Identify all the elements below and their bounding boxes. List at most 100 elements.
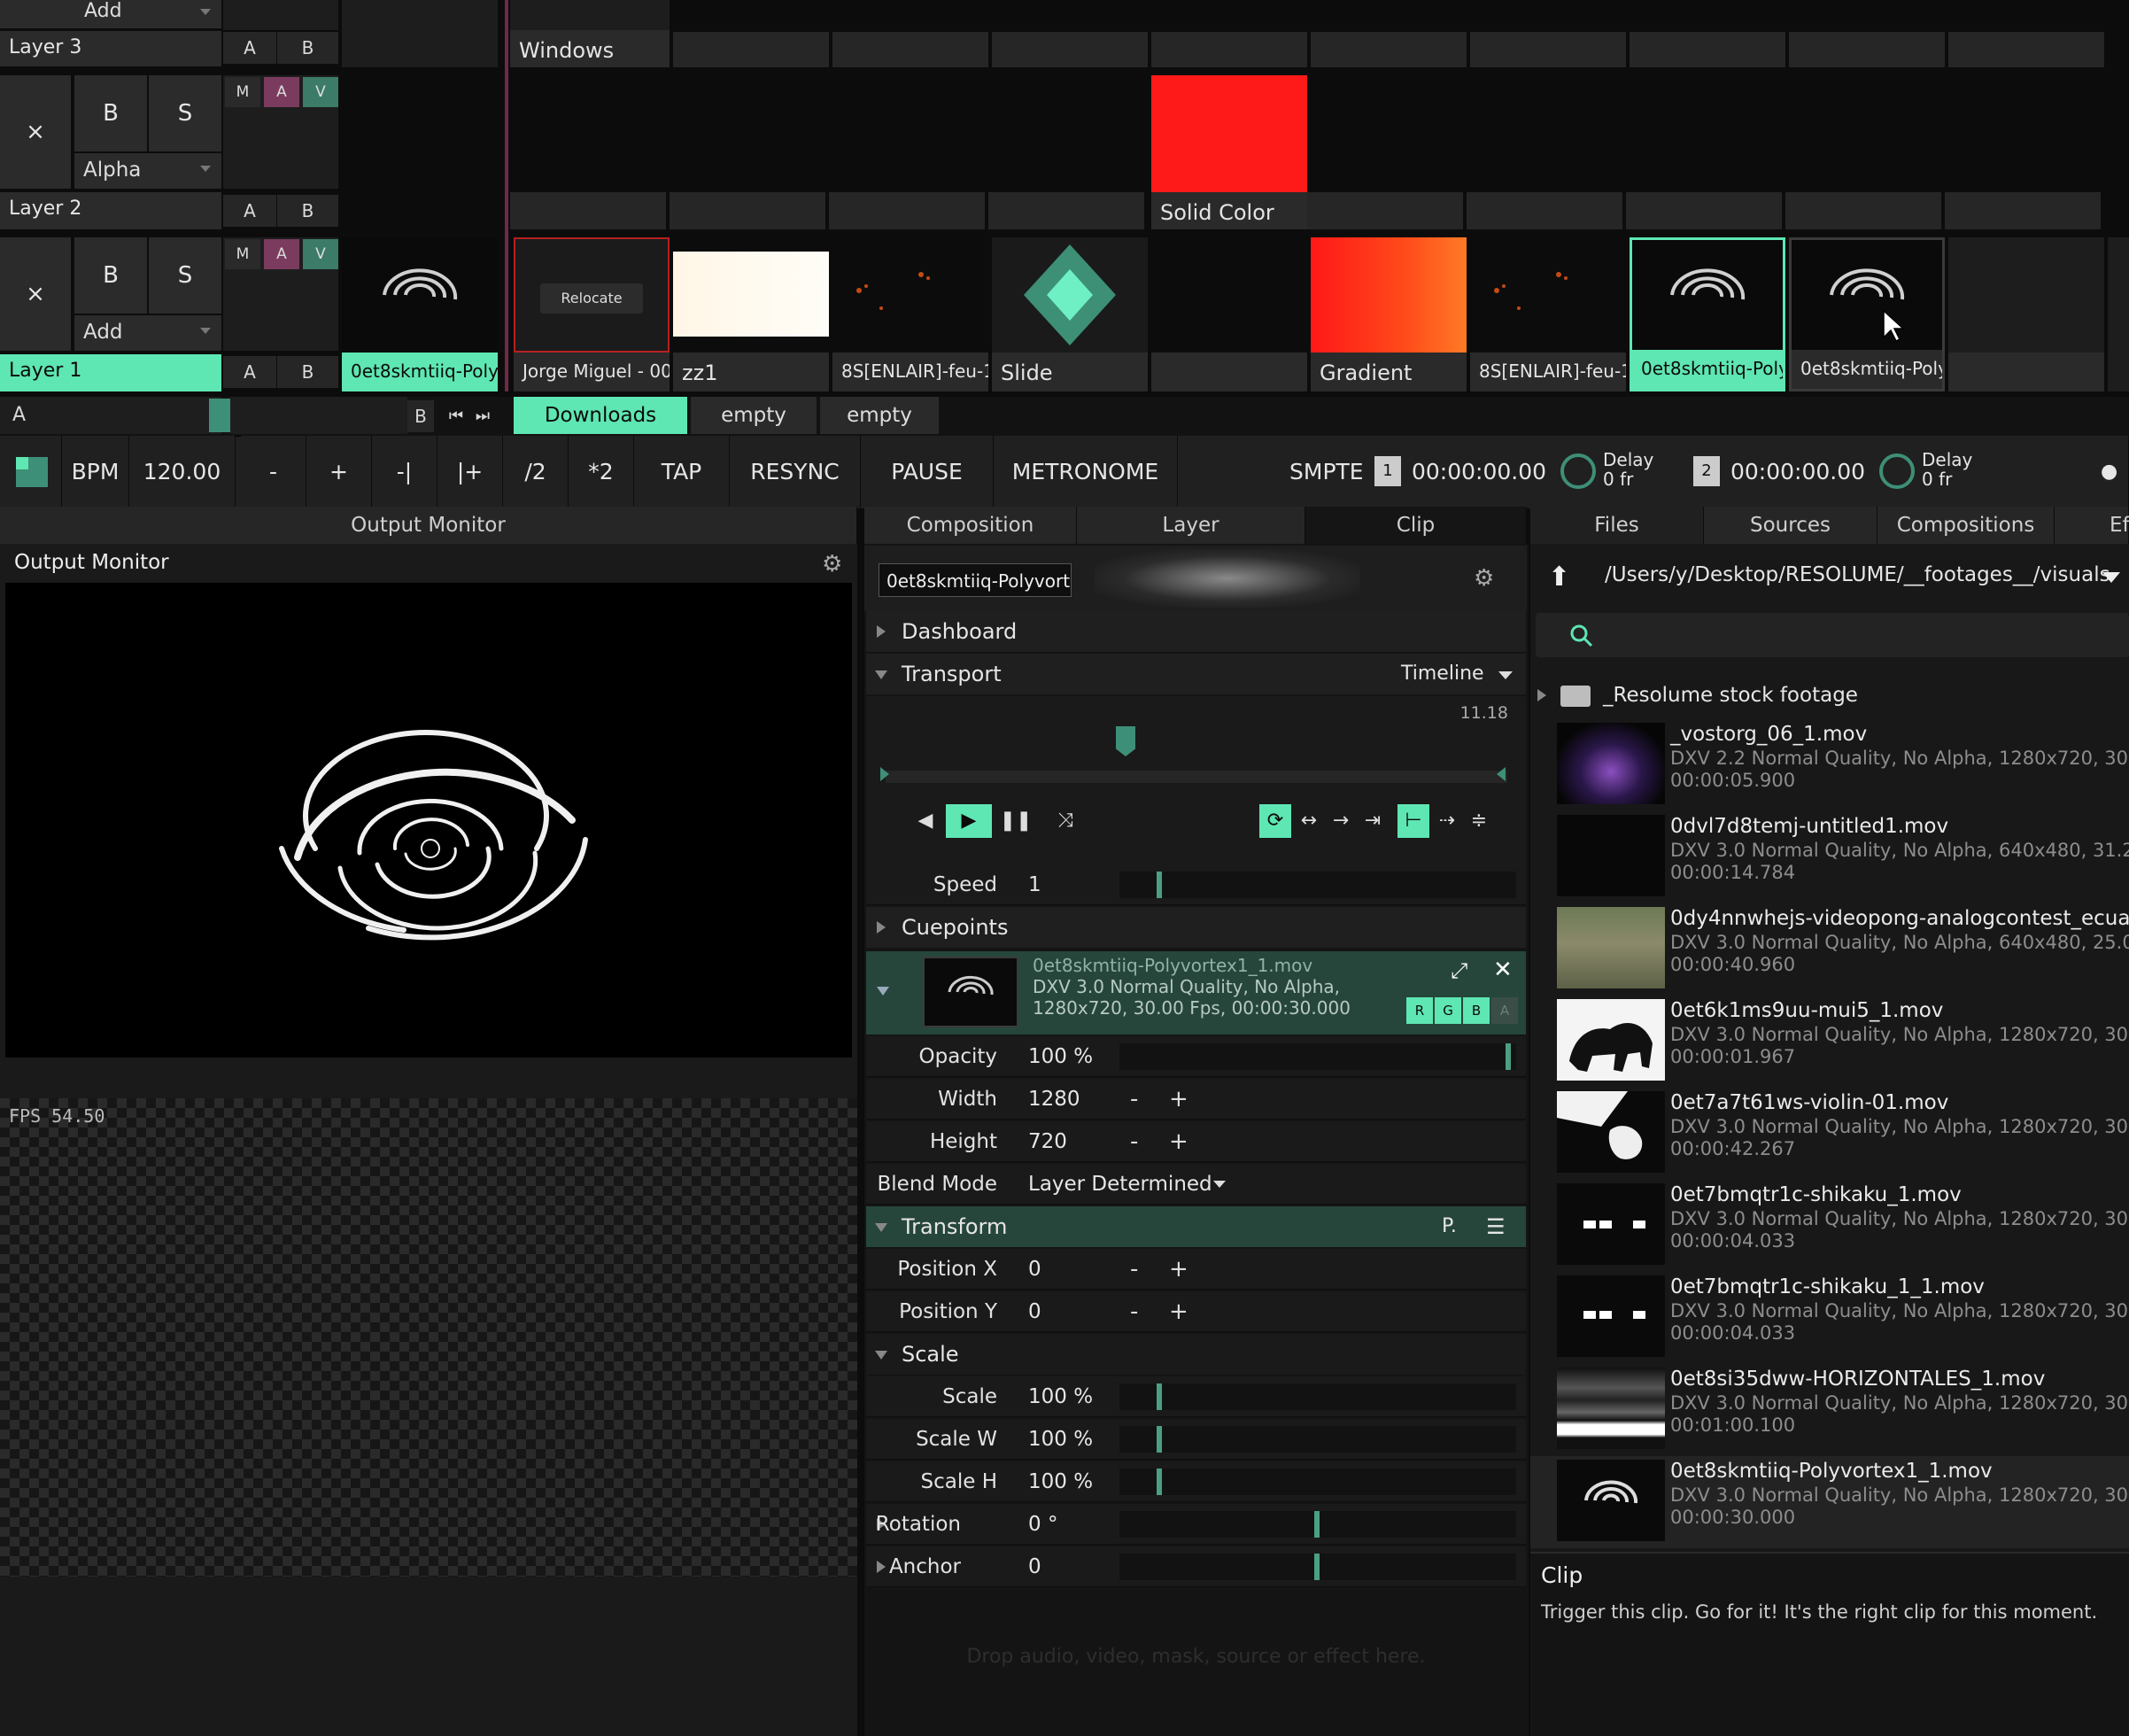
scale-value[interactable]: 100 %	[1028, 1376, 1093, 1417]
file-item[interactable]: 0dvl7d8temj-untitled1.mov DXV 3.0 Normal…	[1530, 811, 2129, 903]
opacity-slider[interactable]	[1119, 1043, 1516, 1070]
crossfader-track[interactable]	[230, 397, 407, 434]
scale-h-slider[interactable]	[1119, 1469, 1516, 1495]
delay-knob-2-icon[interactable]	[1879, 453, 1915, 489]
path-field[interactable]: /Users/y/Desktop/RESOLUME/__footages__/v…	[1605, 563, 2110, 586]
layer1-name[interactable]: Layer 1	[0, 354, 221, 391]
clip-feu-2[interactable]: 8S[ENLAIR]-feu-1...	[1470, 237, 1626, 391]
clip-slide[interactable]: Slide	[992, 237, 1148, 391]
resync-button[interactable]: RESYNC	[730, 436, 861, 508]
bpm-decrease-button[interactable]: -	[241, 436, 306, 508]
folder-row[interactable]: _Resolume stock footage	[1530, 677, 2129, 716]
layer2-a-button[interactable]: A	[223, 195, 276, 227]
deck-tab-downloads[interactable]: Downloads	[514, 397, 687, 434]
cuepoints-section[interactable]: Cuepoints	[866, 907, 1526, 948]
channel-a-toggle[interactable]: A	[1491, 997, 1518, 1024]
position-y-increase-button[interactable]: +	[1169, 1291, 1188, 1332]
layer2-clear-button[interactable]: ×	[0, 75, 71, 189]
bounce-icon[interactable]: ↔	[1293, 804, 1325, 838]
layer3-b-button[interactable]: B	[277, 32, 338, 64]
play-once-icon[interactable]: →	[1325, 804, 1357, 838]
scale-section[interactable]: Scale	[866, 1334, 1526, 1375]
channel-r-toggle[interactable]: R	[1406, 997, 1433, 1024]
clip-gradient[interactable]: Gradient	[1311, 237, 1467, 391]
position-y-value[interactable]: 0	[1028, 1291, 1041, 1332]
clip-name-field[interactable]: 0et8skmtiiq-Polyvortex1_1	[879, 563, 1072, 597]
loop-icon[interactable]: ⟳	[1259, 804, 1291, 838]
layer2-mute-button[interactable]: M	[225, 77, 260, 107]
width-decrease-button[interactable]: -	[1130, 1079, 1138, 1120]
height-increase-button[interactable]: +	[1169, 1121, 1188, 1162]
file-item[interactable]: 0et7a7t61ws-violin-01.mov DXV 3.0 Normal…	[1530, 1088, 2129, 1180]
layer2-audio-button[interactable]: A	[264, 77, 299, 107]
bpm-increase-button[interactable]: +	[306, 436, 372, 508]
clip-zz1[interactable]: zz1	[673, 237, 829, 391]
file-item[interactable]: _vostorg_06_1.mov DXV 2.2 Normal Quality…	[1530, 719, 2129, 811]
file-item[interactable]: 0et7bmqtr1c-shikaku_1_1.mov DXV 3.0 Norm…	[1530, 1272, 2129, 1364]
file-item[interactable]: 0et7bmqtr1c-shikaku_1.mov DXV 3.0 Normal…	[1530, 1180, 2129, 1272]
layer2-blend-dropdown[interactable]: Alpha	[74, 153, 221, 189]
width-increase-button[interactable]: +	[1169, 1079, 1188, 1120]
chevron-down-icon[interactable]	[1213, 1181, 1226, 1188]
clip-feu-1[interactable]: 8S[ENLAIR]-feu-1...	[832, 237, 988, 391]
position-y-decrease-button[interactable]: -	[1130, 1291, 1138, 1332]
rotation-value[interactable]: 0 °	[1028, 1504, 1057, 1545]
expand-icon[interactable]: ⤢	[1451, 958, 1467, 983]
crossfader-handle[interactable]	[209, 399, 230, 432]
transport-section[interactable]: Transport Timeline	[866, 654, 1526, 694]
layer2-solo-button[interactable]: S	[149, 75, 221, 151]
layer2-clip-solid-color[interactable]: Solid Color	[1151, 75, 1307, 229]
scale-slider[interactable]	[1119, 1383, 1516, 1410]
layer3-clip-windows[interactable]: Windows	[510, 0, 670, 67]
channel-b-toggle[interactable]: B	[1463, 997, 1490, 1024]
scale-w-value[interactable]: 100 %	[1028, 1419, 1093, 1460]
play-forward-icon[interactable]: ▶	[946, 804, 992, 838]
layer1-preview[interactable]: 0et8skmtiiq-Poly...	[342, 237, 498, 391]
pause-icon[interactable]: ❚❚	[999, 804, 1033, 838]
scale-w-slider[interactable]	[1119, 1426, 1516, 1453]
file-item[interactable]: 0et6k1ms9uu-mui5_1.mov DXV 3.0 Normal Qu…	[1530, 996, 2129, 1088]
layer2-bypass-button[interactable]: B	[74, 75, 147, 151]
in-marker[interactable]	[880, 767, 889, 781]
tab-composition[interactable]: Composition	[864, 507, 1077, 544]
play-reverse-icon[interactable]: ◀	[909, 804, 942, 838]
dashboard-section[interactable]: Dashboard	[866, 611, 1526, 652]
previous-deck-icon[interactable]: ⏮	[443, 400, 469, 432]
gear-icon[interactable]: ⚙	[1474, 565, 1494, 592]
menu-icon[interactable]: ☰	[1486, 1206, 1506, 1247]
tab-layer[interactable]: Layer	[1077, 507, 1305, 544]
clip-empty-slot[interactable]	[1948, 237, 2104, 391]
double-bpm-button[interactable]: *2	[569, 436, 634, 508]
height-decrease-button[interactable]: -	[1130, 1121, 1138, 1162]
layer1-a-button[interactable]: A	[223, 356, 276, 388]
nudge-back-button[interactable]: -|	[372, 436, 437, 508]
tab-compositions[interactable]: Compositions	[1877, 507, 2055, 544]
tab-clip[interactable]: Clip	[1305, 507, 1527, 544]
layer1-mute-button[interactable]: M	[225, 239, 260, 269]
metronome-button[interactable]: METRONOME	[994, 436, 1178, 508]
layer1-audio-button[interactable]: A	[264, 239, 299, 269]
layer3-name[interactable]: Layer 3	[0, 31, 221, 66]
pause-button[interactable]: PAUSE	[861, 436, 994, 508]
position-x-decrease-button[interactable]: -	[1130, 1249, 1138, 1290]
close-icon[interactable]: ✕	[1493, 957, 1513, 983]
speed-value[interactable]: 1	[1028, 864, 1041, 905]
up-arrow-icon[interactable]: ⬆	[1548, 562, 1570, 593]
file-item[interactable]: 0et8si35dww-HORIZONTALES_1.mov DXV 3.0 N…	[1530, 1364, 2129, 1456]
file-item-selected[interactable]: 0et8skmtiiq-Polyvortex1_1.mov DXV 3.0 No…	[1530, 1456, 2129, 1548]
layer1-clear-button[interactable]: ×	[0, 237, 71, 351]
playhead-handle[interactable]	[1116, 726, 1135, 756]
scale-h-value[interactable]: 100 %	[1028, 1461, 1093, 1502]
gear-icon[interactable]: ⚙	[822, 551, 842, 577]
transform-presets-button[interactable]: P.	[1442, 1206, 1457, 1247]
timeline-mode[interactable]: Timeline	[1401, 654, 1484, 694]
blend-mode-dropdown[interactable]: Layer Determined	[1028, 1164, 1212, 1205]
tab-files[interactable]: Files	[1530, 507, 1704, 544]
layer1-blend-dropdown[interactable]: Add	[74, 315, 221, 351]
layer1-bypass-button[interactable]: B	[74, 237, 147, 314]
layer2-name[interactable]: Layer 2	[0, 192, 221, 229]
deck-tab-empty-1[interactable]: empty	[691, 397, 817, 434]
tap-button[interactable]: TAP	[634, 436, 730, 508]
nudge-forward-button[interactable]: |+	[437, 436, 503, 508]
channel-g-toggle[interactable]: G	[1435, 997, 1461, 1024]
